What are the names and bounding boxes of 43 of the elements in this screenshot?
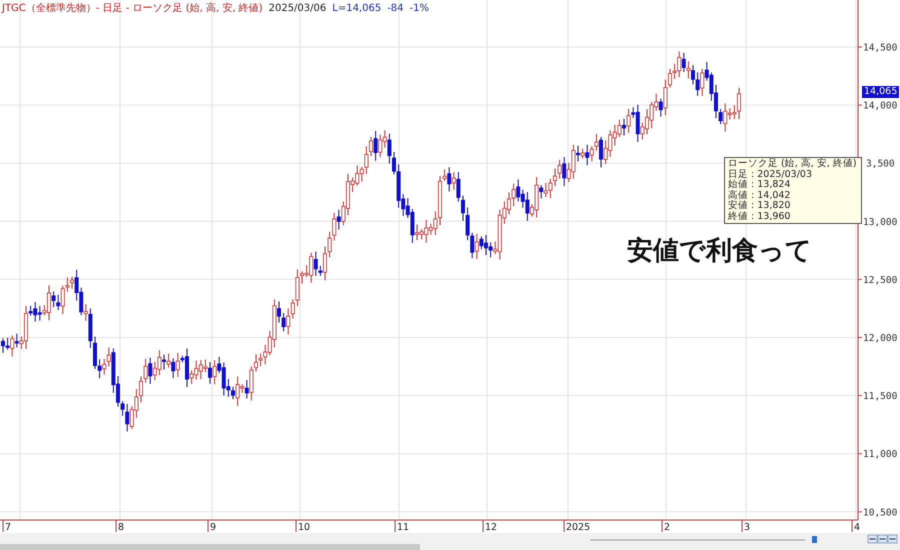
y-axis-label: 12,000 — [863, 333, 898, 344]
y-axis-label: 3,500 — [866, 158, 895, 170]
y-axis-label: 12,500 — [863, 274, 898, 286]
y-axis-label: 14,000 — [863, 100, 898, 112]
tooltip-row-text: 安値 : 13,820 — [728, 201, 792, 212]
price-change: -84 — [387, 2, 404, 16]
annotation-text: 安値で利食って — [627, 235, 812, 268]
y-tick — [858, 395, 862, 396]
y-axis-label: 11,000 — [863, 449, 898, 460]
y-tick — [858, 453, 862, 454]
y-tick — [858, 46, 862, 48]
tooltip-row-text: 日足 : 2025/03/03 — [728, 170, 813, 180]
y-axis-label: 13,000 — [863, 216, 898, 228]
x-axis-label: 4 — [854, 522, 860, 533]
y-tick — [858, 337, 862, 338]
percent-change: -1% — [410, 2, 430, 16]
x-axis-label: 7 — [5, 522, 12, 533]
chart-title: JTGC（全標準先物）- 日足 - ローソク足 (始, 高, 安, 終値) — [2, 2, 263, 16]
zoom-button[interactable] — [868, 534, 878, 544]
x-axis-label: 12 — [485, 522, 498, 533]
x-axis-label: 10 — [298, 522, 310, 533]
tooltip-row-text: 始値 : 13,824 — [728, 180, 792, 190]
x-axis-label: 2025 — [566, 522, 590, 533]
y-axis-label: 11,500 — [863, 391, 898, 402]
x-axis-label: 3 — [744, 522, 750, 533]
x-axis-label: 8 — [118, 522, 124, 533]
y-tick — [858, 511, 862, 512]
last-price: L=14,065 — [332, 2, 382, 16]
y-tick — [858, 278, 862, 280]
tooltip-row-text: 終値 : 13,960 — [728, 212, 792, 222]
price-tag: 14,065 — [862, 86, 900, 98]
scroll-handle[interactable] — [812, 536, 817, 543]
tooltip-title: ローソク足 (始, 高, 安, 終値) — [728, 159, 858, 170]
x-axis-label: 9 — [210, 522, 216, 533]
x-axis-label: 11 — [397, 522, 410, 533]
x-axis-label: 2 — [664, 522, 670, 533]
tooltip-row-text: 高値 : 14,042 — [728, 190, 792, 200]
chart-date: 2025/03/06 — [268, 2, 326, 16]
y-axis-label: 10,500 — [863, 507, 898, 518]
zoom-button[interactable] — [888, 534, 898, 544]
y-tick — [858, 104, 862, 106]
zoom-button[interactable] — [878, 534, 888, 544]
y-axis-label: 14,500 — [863, 42, 898, 54]
